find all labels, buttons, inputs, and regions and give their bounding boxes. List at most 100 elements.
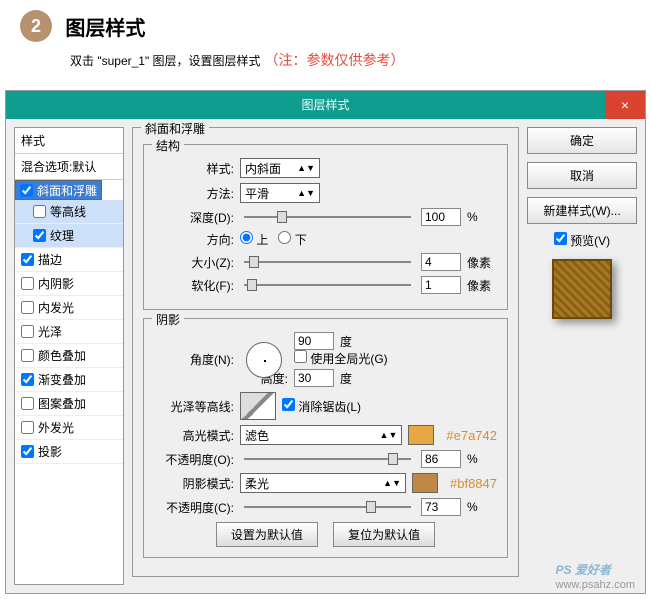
global-light-checkbox[interactable]: 使用全局光(G) [294,352,388,366]
sidebar-item-label: 内发光 [38,299,74,316]
sidebar-item-3[interactable]: 描边 [15,248,123,272]
sidebar-checkbox[interactable] [21,421,34,434]
sidebar-checkbox[interactable] [21,301,34,314]
sidebar-checkbox[interactable] [20,184,33,197]
shadow-color-swatch[interactable] [412,473,438,493]
angle-input[interactable] [294,332,334,350]
sidebar-item-5[interactable]: 内发光 [15,296,123,320]
ok-button[interactable]: 确定 [527,127,637,154]
sidebar-item-label: 图案叠加 [38,395,86,412]
shadow-opacity-input[interactable] [421,498,461,516]
highlight-opacity-input[interactable] [421,450,461,468]
sidebar-item-label: 斜面和浮雕 [37,182,97,199]
soften-input[interactable] [421,276,461,294]
sidebar-item-8[interactable]: 渐变叠加 [15,368,123,392]
step-number: 2 [20,10,52,42]
sidebar-item-label: 纹理 [50,227,74,244]
sidebar-checkbox[interactable] [21,277,34,290]
direction-label: 方向: [154,231,234,248]
step-subtitle: 双击 "super_1" 图层，设置图层样式 [70,54,261,68]
sidebar-item-label: 外发光 [38,419,74,436]
size-input[interactable] [421,253,461,271]
size-slider[interactable] [244,254,411,270]
sidebar-item-2[interactable]: 纹理 [15,224,123,248]
px-unit: 像素 [467,254,497,271]
highlight-mode-select[interactable]: 滤色▲▼ [240,425,402,445]
pct-unit: % [467,452,497,466]
new-style-button[interactable]: 新建样式(W)... [527,197,637,224]
soften-label: 软化(F): [154,277,234,294]
layer-style-dialog: 图层样式 × 样式 混合选项:默认 斜面和浮雕等高线纹理描边内阴影内发光光泽颜色… [5,90,646,594]
sidebar-checkbox[interactable] [21,253,34,266]
step-title: 图层样式 [65,12,145,41]
sidebar-item-label: 内阴影 [38,275,74,292]
depth-label: 深度(D): [154,209,234,226]
sidebar-item-4[interactable]: 内阴影 [15,272,123,296]
highlight-color-swatch[interactable] [408,425,434,445]
gloss-label: 光泽等高线: [154,398,234,415]
sidebar-item-6[interactable]: 光泽 [15,320,123,344]
sidebar-item-7[interactable]: 颜色叠加 [15,344,123,368]
dir-up-radio[interactable]: 上 [240,231,268,248]
sidebar-checkbox[interactable] [21,445,34,458]
bevel-group: 斜面和浮雕 结构 样式: 内斜面▲▼ 方法: 平滑▲▼ 深度(D): [132,127,519,577]
shadow-opacity-slider[interactable] [244,499,411,515]
sidebar-item-label: 投影 [38,443,62,460]
angle-control[interactable] [246,342,282,378]
altitude-input[interactable] [294,369,334,387]
sidebar-item-11[interactable]: 投影 [15,440,123,464]
reset-default-button[interactable]: 复位为默认值 [333,522,435,547]
deg-unit: 度 [340,333,370,350]
structure-title: 结构 [152,137,184,154]
sidebar-checkbox[interactable] [21,373,34,386]
sidebar-item-label: 光泽 [38,323,62,340]
pct-unit: % [467,500,497,514]
sidebar-item-10[interactable]: 外发光 [15,416,123,440]
preview-checkbox[interactable]: 预览(V) [554,234,610,248]
shading-group: 阴影 角度(N): 度 使用全局光(G) 高度: [143,318,508,558]
set-default-button[interactable]: 设置为默认值 [216,522,318,547]
sidebar-checkbox[interactable] [33,229,46,242]
dir-down-radio[interactable]: 下 [278,231,306,248]
antialias-checkbox[interactable]: 消除锯齿(L) [282,398,361,415]
cancel-button[interactable]: 取消 [527,162,637,189]
pct-unit: % [467,210,497,224]
highlight-opacity-label: 不透明度(O): [154,451,234,468]
shading-title: 阴影 [152,311,184,328]
sidebar-item-label: 等高线 [50,203,86,220]
sidebar-checkbox[interactable] [21,397,34,410]
size-label: 大小(Z): [154,254,234,271]
shadow-hex: #bf8847 [450,476,497,491]
shadow-mode-select[interactable]: 柔光▲▼ [240,473,406,493]
titlebar[interactable]: 图层样式 × [6,91,645,119]
highlight-opacity-slider[interactable] [244,451,411,467]
shadow-mode-label: 阴影模式: [154,475,234,492]
dialog-title: 图层样式 [301,98,349,112]
watermark: PS 爱好者www.psahz.com [556,558,635,591]
sidebar-styles[interactable]: 样式 [15,128,123,154]
sidebar-item-9[interactable]: 图案叠加 [15,392,123,416]
deg-unit: 度 [340,370,370,387]
technique-select[interactable]: 平滑▲▼ [240,183,320,203]
sidebar-item-0[interactable]: 斜面和浮雕 [15,180,102,200]
shadow-opacity-label: 不透明度(C): [154,499,234,516]
sidebar-item-label: 颜色叠加 [38,347,86,364]
px-unit: 像素 [467,277,497,294]
sidebar-item-label: 渐变叠加 [38,371,86,388]
style-select[interactable]: 内斜面▲▼ [240,158,320,178]
gloss-contour[interactable] [240,392,276,420]
sidebar-item-label: 描边 [38,251,62,268]
sidebar-checkbox[interactable] [33,205,46,218]
depth-slider[interactable] [244,209,411,225]
bevel-title: 斜面和浮雕 [141,120,209,137]
close-button[interactable]: × [605,91,645,119]
sidebar-blend[interactable]: 混合选项:默认 [15,154,123,180]
sidebar-item-1[interactable]: 等高线 [15,200,123,224]
depth-input[interactable] [421,208,461,226]
sidebar-checkbox[interactable] [21,325,34,338]
preview-swatch [552,259,612,319]
sidebar-checkbox[interactable] [21,349,34,362]
soften-slider[interactable] [244,277,411,293]
highlight-mode-label: 高光模式: [154,427,234,444]
style-label: 样式: [154,160,234,177]
